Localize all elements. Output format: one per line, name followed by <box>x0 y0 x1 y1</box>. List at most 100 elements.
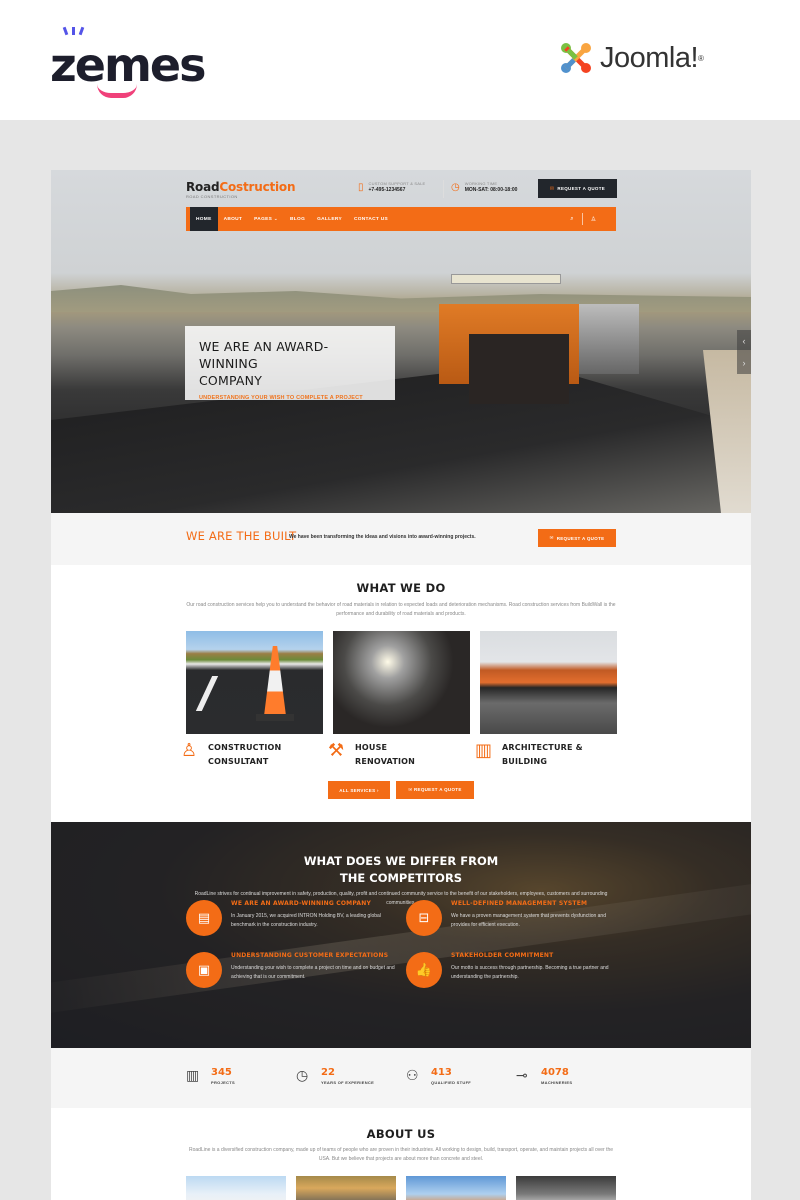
logo-main: Road <box>186 180 220 194</box>
nav-divider <box>581 213 583 225</box>
feature-title: WELL-DEFINED MANAGEMENT SYSTEM <box>451 900 588 907</box>
what-we-do-title: WHAT WE DO <box>356 581 446 595</box>
logo-accent: Costruction <box>219 180 296 194</box>
hours-label: WORKING TIME <box>464 181 498 186</box>
building-icon: ▥ <box>186 1067 200 1083</box>
paver-truck <box>579 304 639 374</box>
template-preview: WE ARE AN AWARD-WINNING COMPANY UNDERSTA… <box>51 170 751 1200</box>
main-nav: HOME ABOUT PAGES ⌄ BLOG GALLERY CONTACT … <box>186 207 616 231</box>
button-label: REQUEST A QUOTE <box>557 186 606 191</box>
stat-staff: ⚇ 413 QUALIFIED STUFF <box>406 1067 471 1085</box>
vendor-banner: zemes Joomla! ® <box>0 0 800 120</box>
nav-tools: ⌕ ♙ <box>570 207 596 231</box>
thumbs-up-icon: 👍 <box>406 952 442 988</box>
clock-icon: ◷ <box>296 1067 309 1083</box>
button-label: REQUEST A QUOTE <box>556 535 605 541</box>
traffic-cone <box>264 646 286 716</box>
site-logo[interactable]: RoadCostruction <box>186 180 296 194</box>
paver-roof <box>451 274 561 284</box>
nav-contact[interactable]: CONTACT US <box>348 207 394 231</box>
working-time: ◷ WORKING TIME MON-SAT: 08:00-18:00 <box>451 181 517 193</box>
service-label: HOUSE <box>355 743 388 752</box>
service-image-road-cone[interactable] <box>186 631 323 734</box>
about-image-road-works[interactable] <box>296 1176 396 1200</box>
service-label: BUILDING <box>502 757 548 766</box>
zemes-logo-accent <box>78 26 85 36</box>
differ-title-line2: THE COMPETITORS <box>339 871 463 885</box>
printer-icon: ▣ <box>186 952 222 988</box>
user-icon: ♙ <box>181 740 198 760</box>
feature-title: WE ARE AN AWARD-WINNING COMPANY <box>231 900 372 907</box>
slider-arrows: ‹ › <box>737 330 751 374</box>
stat-number: 413 <box>431 1067 452 1078</box>
hero-caption: WE ARE AN AWARD-WINNING COMPANY UNDERSTA… <box>185 326 395 401</box>
feature-text: We have a proven management system that … <box>451 913 606 928</box>
user-icon[interactable]: ♙ <box>591 216 596 223</box>
mail-icon: ✉ <box>549 535 554 540</box>
hero-title-line2: COMPANY <box>199 373 263 388</box>
zemes-logo-smile <box>97 84 137 98</box>
hero-road <box>51 370 751 513</box>
hero-title: WE ARE AN AWARD-WINNING COMPANY <box>199 338 381 389</box>
paver-base <box>469 334 569 404</box>
joomla-logo[interactable]: Joomla! ® <box>558 40 704 76</box>
about-title: ABOUT US <box>366 1127 436 1141</box>
stat-label: PROJECTS <box>211 1080 235 1085</box>
clock-icon: ◷ <box>451 181 460 193</box>
differ-section: WHAT DOES WE DIFFER FROM THE COMPETITORS… <box>51 822 751 1048</box>
service-house-renovation[interactable]: ⚒ HOUSE RENOVATION <box>328 741 415 769</box>
stat-number: 345 <box>211 1067 232 1078</box>
service-image-rollers[interactable] <box>480 631 617 734</box>
feature-management: ⊟ WELL-DEFINED MANAGEMENT SYSTEM We have… <box>406 900 621 936</box>
hero-hills <box>51 285 751 312</box>
nav-home[interactable]: HOME <box>190 207 218 231</box>
nav-about[interactable]: ABOUT <box>218 207 249 231</box>
service-label: ARCHITECTURE & <box>502 743 583 752</box>
all-services-button[interactable]: ALL SERVICES › <box>328 781 390 799</box>
zemes-logo-accent <box>62 26 69 36</box>
registered-mark: ® <box>698 53 704 63</box>
support-contact: ▯ CUSTOM SUPPORT & SALE +7-495-1234567 <box>358 181 425 193</box>
cta-text: We have been transforming the ideas and … <box>289 534 476 540</box>
site-header: RoadCostruction ROAD CONSTRUCTION ▯ CUST… <box>186 179 617 204</box>
request-quote-button-services[interactable]: ✉ REQUEST A QUOTE <box>396 781 474 799</box>
stat-number: 22 <box>321 1067 335 1078</box>
request-quote-button-header[interactable]: ✉ REQUEST A QUOTE <box>538 179 617 198</box>
service-construction-consultant[interactable]: ♙ CONSTRUCTION CONSULTANT <box>181 741 281 769</box>
support-phone[interactable]: +7-495-1234567 <box>369 187 426 193</box>
hero-paver-image <box>429 274 639 414</box>
stat-label: QUALIFIED STUFF <box>431 1080 472 1085</box>
certificate-icon: ▤ <box>186 900 222 936</box>
service-label: CONSTRUCTION <box>208 743 282 752</box>
differ-title: WHAT DOES WE DIFFER FROM THE COMPETITORS <box>51 853 751 887</box>
joomla-icon <box>561 43 591 73</box>
feature-award: ▤ WE ARE AN AWARD-WINNING COMPANY In Jan… <box>186 900 401 936</box>
prev-arrow-icon[interactable]: ‹ <box>743 336 746 346</box>
mail-icon: ✉ <box>549 185 555 192</box>
nav-pages[interactable]: PAGES ⌄ <box>248 207 284 231</box>
service-label: CONSULTANT <box>208 757 269 766</box>
service-architecture-building[interactable]: ▥ ARCHITECTURE & BUILDING <box>475 741 583 769</box>
search-icon[interactable]: ⌕ <box>570 216 573 223</box>
building-icon: ▥ <box>475 740 493 760</box>
feature-text: Understanding your wish to complete a pr… <box>231 965 395 980</box>
nav-blog[interactable]: BLOG <box>284 207 311 231</box>
next-arrow-icon[interactable]: › <box>743 358 746 368</box>
header-divider <box>443 180 444 198</box>
request-quote-button-cta[interactable]: ✉ REQUEST A QUOTE <box>538 529 616 547</box>
lane-marking <box>195 676 219 711</box>
feature-text: In January 2015, we acquired INTRON Hold… <box>231 913 381 928</box>
stats-bar: ▥ 345 PROJECTS ◷ 22 YEARS OF EXPERIENCE ⚇ … <box>51 1048 751 1108</box>
hours-value: MON-SAT: 08:00-18:00 <box>464 187 518 193</box>
about-image-truck[interactable] <box>406 1176 506 1200</box>
service-image-milling[interactable] <box>333 631 470 734</box>
hero-subtitle: UNDERSTANDING YOUR WISH TO COMPLETE A PR… <box>199 395 363 401</box>
paint-roller-icon: ⚒ <box>328 740 345 760</box>
phone-icon: ▯ <box>358 181 364 193</box>
cta-strip: WE ARE THE BUILT We have been transformi… <box>51 513 751 565</box>
service-label: RENOVATION <box>355 757 416 766</box>
about-image-machinery[interactable] <box>516 1176 616 1200</box>
about-image-engineers[interactable] <box>186 1176 286 1200</box>
feature-title: UNDERSTANDING CUSTOMER EXPECTATIONS <box>231 952 389 959</box>
nav-gallery[interactable]: GALLERY <box>311 207 348 231</box>
